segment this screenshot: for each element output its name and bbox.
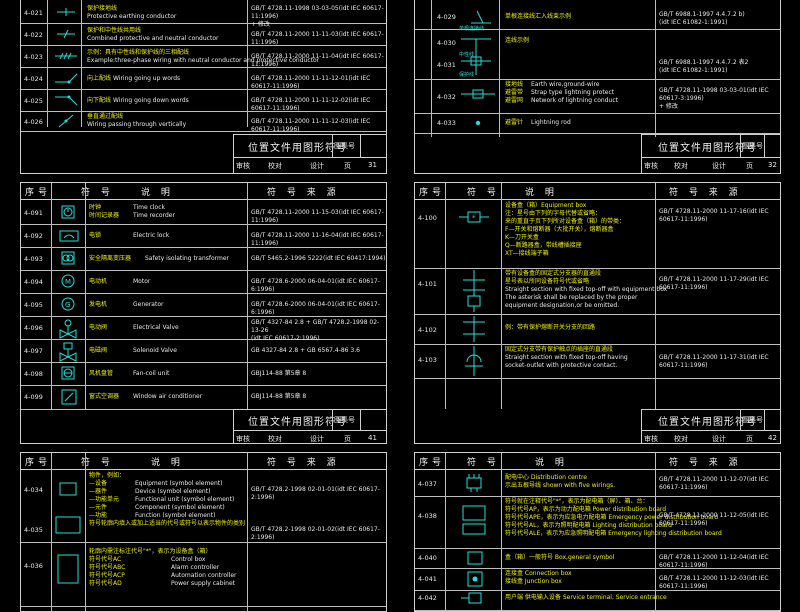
table-row: 4-033 避雷针 Lightning rod <box>415 113 780 134</box>
title-block: 位置文件用图形符号 图集号 审核 校对 设计 页 32 <box>641 134 780 173</box>
svg-text:M: M <box>65 278 71 286</box>
table-row: 4-021 保护接地线 Protective earthing conductor… <box>21 1 386 28</box>
svg-text:G: G <box>65 301 70 309</box>
wiring-down-symbol <box>55 95 78 106</box>
table-row: 4-091 时钟 时间记录器 Time clock Time recorder GB… <box>21 200 386 225</box>
table-row: 4-096 电动阀 Electrical Valve GB/T 4327-84 … <box>21 316 386 342</box>
object-outline-symbol <box>59 482 77 496</box>
table-row: 4-092 电锁 Electric lock GB/T 4728.11-2000… <box>21 224 386 248</box>
table-row: 4-095 G 发电机 Generator GB/T 4728.6-2000 0… <box>21 293 386 317</box>
wiring-through-symbol <box>58 114 74 128</box>
page-number: 42 <box>768 434 777 442</box>
table-row: 4-098 风机盘管 Fan-coil unit GBJ114-88 第5章 8 <box>21 362 386 386</box>
svg-text:*: * <box>472 214 476 222</box>
table-row: 4-101 带有设备盒的固定式分支器的直通段 星号表以所同设备符号代或省略 St… <box>415 268 780 315</box>
table-row: 4-093 安全隔离变压器 Safety isolating transform… <box>21 247 386 271</box>
table-header: 序号 符 号 说 明 符 号 来 源 <box>21 183 386 200</box>
table-row: 4-103 固定式分支带有保护触点的插座的直通段 Straight sectio… <box>415 344 780 379</box>
solenoid-valve-symbol <box>59 342 77 362</box>
generator-symbol: G <box>61 297 75 311</box>
sheet-bottom-right: 序号 符 号 说 明 符 号 来 源 4-037 配电中心 Distributi… <box>414 452 781 612</box>
table-row: 4-032 接地线 避雷带 避雷网 Earth wire,ground-wire… <box>415 79 780 114</box>
fan-coil-symbol <box>61 366 75 380</box>
table-row: 4-102 例：带有保护熔断开关分支的回路 <box>415 314 780 345</box>
table-row: 4-099 窗式空调器 Window air conditioner GBJ11… <box>21 385 386 410</box>
sheet-41: 序号 符 号 说 明 符 号 来 源 4-091 时钟 时间记录器 Time cl… <box>20 182 387 444</box>
motor-symbol: M <box>61 274 75 288</box>
table-row: 4-024 向上配线 Wiring going up words GB/T 47… <box>21 67 386 90</box>
socket-outlet-section-symbol <box>465 346 483 376</box>
earth-wire-symbol <box>461 89 495 99</box>
control-box-symbol <box>57 554 79 584</box>
lightning-rod-symbol <box>475 120 481 126</box>
electric-lock-symbol <box>59 230 79 242</box>
fused-branch-symbol <box>463 316 485 342</box>
equipment-box-symbol: * <box>459 211 489 223</box>
table-row: 4-023 示例：具有中性线和保护线的三相配线 Example:three-pha… <box>21 45 386 68</box>
table-row: 4-037 配电中心 Distribution centre 示出五根导线 sh… <box>415 470 780 497</box>
title-block: 位置文件用图形符号 图集号 审核 校对 设计 页 42 <box>641 409 780 443</box>
isolating-transformer-symbol <box>61 251 75 265</box>
window-ac-symbol <box>61 389 77 405</box>
table-row: 4-030 4-031 单根连接线 中性线 保护线 连线示例 GB/T 6988… <box>415 26 780 80</box>
table-row: 4-025 向下配线 Wiring going down words GB/T … <box>21 89 386 112</box>
object-outline-wide-symbol <box>55 516 81 534</box>
title-block: 位置文件用图形符号 图集号 审核 校对 设计 页 31 <box>233 134 386 173</box>
electric-valve-symbol <box>59 319 77 339</box>
box-general-symbol <box>467 551 483 565</box>
table-row: 4-022 保护和中性线共用线 Combined protective and n… <box>21 23 386 46</box>
table-row: 4-100 * 设备盒（箱）Equipment box 注：星号由下列的字母代替… <box>415 200 780 269</box>
connection-box-symbol <box>467 571 483 587</box>
three-phase-wiring-symbol <box>55 52 77 60</box>
table-header: 序号 符 号 说 明 符 号 来 源 <box>415 183 780 200</box>
page-number: 31 <box>368 161 377 169</box>
table-row: 4-097 电磁阀 Solenoid Valve GB 4327-84 2.8 … <box>21 339 386 363</box>
table-header: 序号 符 号 说 明 符 号 来 源 <box>21 453 386 470</box>
table-row: 4-042 用户端 供电输入设备 Service terminal, Servi… <box>415 590 780 611</box>
sheet-31: 4-021 保护接地线 Protective earthing conductor… <box>20 0 387 174</box>
page-number: 32 <box>768 161 777 169</box>
table-header: 序号 符 号 说 明 符 号 来 源 <box>415 453 780 470</box>
sheet-32: 4-029 单根连接线汇入线束示例 GB/T 6988.1-1997 4.4.7… <box>414 0 781 174</box>
clock-symbol <box>61 205 75 219</box>
distribution-centre-symbol <box>466 474 482 492</box>
single-line-to-bundle-symbol <box>471 10 491 24</box>
wiring-up-symbol <box>55 73 78 84</box>
pen-conductor-symbol <box>57 29 75 39</box>
table-row: 4-094 M 电动机 Motor GB/T 4728.6-2000 06-04… <box>21 270 386 294</box>
title-block: 位置文件用图形符号 图集号 审核 校对 设计 页 41 <box>233 409 386 443</box>
table-row: 4-038 符号就在注释代号"*"，表示为配电箱（屏）、箱、台： 符号代号AP，… <box>415 496 780 549</box>
table-row: 4-036 轮廓内需注标注代号"*"，表示为设备盒（箱） 符号代号AC 符号代号… <box>21 546 386 607</box>
straight-section-equipment-symbol <box>463 270 485 312</box>
service-terminal-symbol <box>461 592 482 604</box>
sheet-42: 序号 符 号 说 明 符 号 来 源 4-100 * 设备盒（箱）Equipme… <box>414 182 781 444</box>
table-row: 4-026 垂直通过配线 Wiring passing through verti… <box>21 111 386 133</box>
table-row: 4-041 连接盒 Connection box 接线盒 Junction bo… <box>415 568 780 591</box>
table-row: 4-040 盒（箱）一般符号 Box,general symbol GB/T 4… <box>415 548 780 569</box>
distribution-board-symbol <box>462 505 486 535</box>
protective-earthing-symbol <box>57 8 75 16</box>
sheet-bottom-left: 序号 符 号 说 明 符 号 来 源 4-034 物件，例如： —设备 —器件 … <box>20 452 387 612</box>
page-number: 41 <box>368 434 377 442</box>
